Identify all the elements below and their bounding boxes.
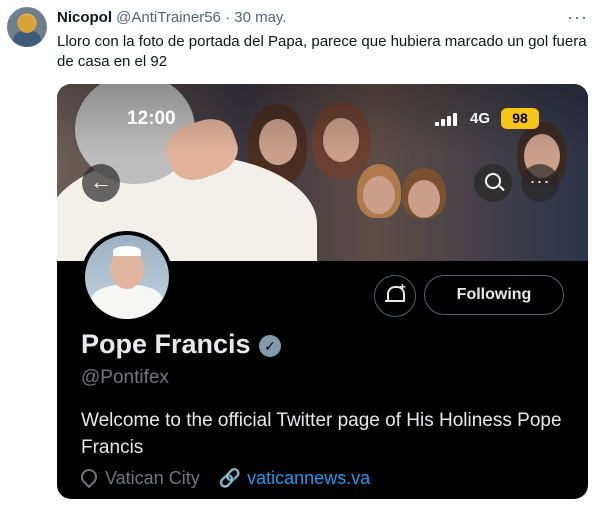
signal-icon: [435, 112, 463, 126]
tweet-text: Lloro con la foto de portada del Papa, p…: [57, 33, 587, 70]
profile-bio: Welcome to the official Twitter page of …: [81, 410, 562, 458]
profile-meta: Vatican City 🔗 vaticannews.va: [77, 465, 370, 489]
profile-handle: @Pontifex: [81, 367, 169, 388]
link-icon: 🔗: [218, 468, 242, 488]
search-icon[interactable]: [474, 164, 512, 202]
tweet-header: Nicopol @AntiTrainer56 · 30 may.: [57, 9, 286, 26]
tweet-media-screenshot[interactable]: 12:00 4G 98 ← ··· + Following Pope Franc…: [57, 84, 588, 499]
following-button[interactable]: Following: [424, 275, 564, 315]
profile-website-link[interactable]: vaticannews.va: [247, 468, 370, 488]
back-arrow-icon[interactable]: ←: [82, 164, 120, 202]
network-label: 4G: [470, 110, 491, 127]
author-handle[interactable]: @AntiTrainer56: [116, 9, 221, 26]
profile-avatar[interactable]: [81, 231, 173, 323]
more-horizontal-icon[interactable]: ···: [567, 7, 588, 28]
location-pin-icon: [77, 465, 101, 489]
author-avatar[interactable]: [7, 7, 47, 47]
tweet: Nicopol @AntiTrainer56 · 30 may. ··· Llo…: [0, 0, 600, 506]
profile-location: Vatican City: [105, 468, 200, 488]
profile-name: Pope Francis: [81, 329, 251, 359]
author-name[interactable]: Nicopol: [57, 9, 112, 26]
status-time: 12:00: [127, 108, 176, 129]
notification-bell-icon[interactable]: +: [374, 275, 416, 317]
tweet-date[interactable]: 30 may.: [234, 9, 286, 26]
avatar-face: [18, 15, 36, 33]
header-separator: ·: [225, 9, 231, 26]
avatar-body: [13, 31, 41, 47]
more-icon[interactable]: ···: [521, 164, 559, 202]
battery-icon: 98: [501, 108, 539, 129]
verified-badge-icon: ✓: [259, 335, 281, 357]
